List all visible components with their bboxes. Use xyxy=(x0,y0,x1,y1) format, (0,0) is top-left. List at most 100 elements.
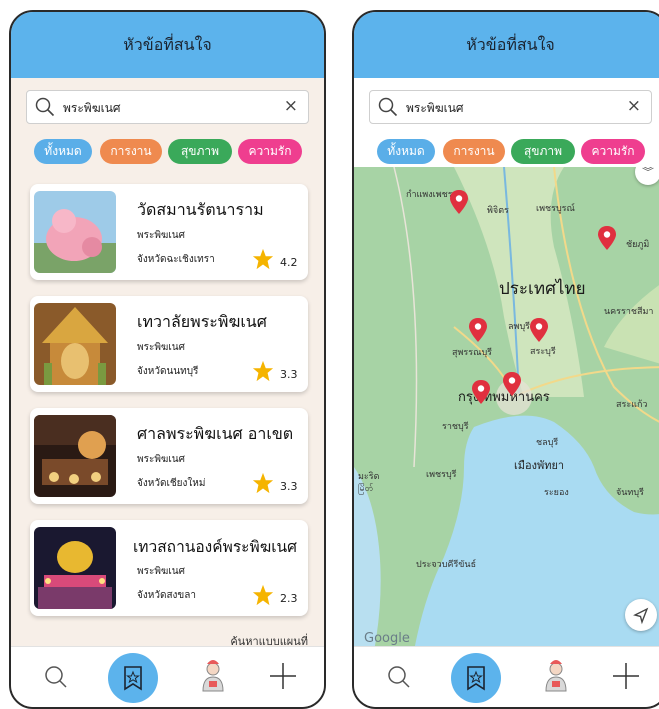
map-label: เพชรบุรี xyxy=(426,470,457,480)
map-pin-icon[interactable] xyxy=(529,317,549,343)
plus-icon xyxy=(613,663,639,689)
star-icon xyxy=(252,472,274,494)
nav-bookmark[interactable] xyxy=(103,647,163,707)
clear-icon[interactable]: × xyxy=(284,96,298,116)
place-photo xyxy=(34,415,116,497)
province-label: จังหวัดสงขลา xyxy=(137,590,197,601)
map-label: ระยอง xyxy=(544,488,569,498)
result-card[interactable]: เทวสถานองค์พระพิฆเนศ พระพิฆเนศ จังหวัดสง… xyxy=(30,520,308,616)
country-label: ประเทศไทย xyxy=(499,279,586,299)
chip-love[interactable]: ความรัก xyxy=(238,139,302,164)
place-photo xyxy=(34,191,116,273)
clear-icon[interactable]: × xyxy=(627,96,641,116)
map-label: เพชรบูรณ์ xyxy=(536,204,575,214)
search-icon xyxy=(35,97,55,117)
map-label: พิจิตร xyxy=(487,206,509,216)
map-label: มะริด xyxy=(358,472,380,482)
map-label: สระแก้ว xyxy=(616,400,648,410)
map-label: ชลบุรี xyxy=(536,438,559,448)
map-label: สระบุรี xyxy=(530,347,556,357)
nav-profile[interactable] xyxy=(526,647,586,707)
result-card[interactable]: วัดสมานรัตนาราม พระพิฆเนศ จังหวัดฉะเชิงเ… xyxy=(30,184,308,280)
rating-value: 2.3 xyxy=(280,592,298,605)
profile-icon xyxy=(545,660,567,692)
deity-label: พระพิฆเนศ xyxy=(137,342,185,353)
map-label: เมืองพัทยา xyxy=(514,459,565,472)
chip-work[interactable]: การงาน xyxy=(100,139,162,164)
map-screen: หัวข้อที่สนใจ พระพิฆเนศ × กำแพงเพชร พิจิ… xyxy=(352,10,659,709)
chip-work[interactable]: การงาน xyxy=(443,139,505,164)
chip-love[interactable]: ความรัก xyxy=(581,139,645,164)
header: หัวข้อที่สนใจ xyxy=(354,12,659,78)
province-label: จังหวัดนนทบุรี xyxy=(137,366,199,377)
page-title: หัวข้อที่สนใจ xyxy=(466,34,555,54)
place-name: เทวสถานองค์พระพิฆเนศ xyxy=(133,538,297,556)
search-input[interactable]: พระพิฆเนศ × xyxy=(369,90,652,124)
chip-health[interactable]: สุขภาพ xyxy=(511,139,575,164)
place-name: เทวาลัยพระพิฆเนศ xyxy=(137,312,267,331)
rating-value: 3.3 xyxy=(280,480,298,493)
result-card[interactable]: ศาลพระพิฆเนศ อาเขต พระพิฆเนศ จังหวัดเชีย… xyxy=(30,408,308,504)
page-title: หัวข้อที่สนใจ xyxy=(123,34,212,54)
search-input[interactable]: พระพิฆเนศ × xyxy=(26,90,309,124)
deity-label: พระพิฆเนศ xyxy=(137,230,185,241)
nav-search[interactable] xyxy=(369,647,429,707)
navigation-arrow-icon xyxy=(633,607,649,625)
star-icon xyxy=(252,248,274,270)
map-label: ชัยภูมิ xyxy=(626,240,650,250)
province-label: จังหวัดฉะเชิงเทรา xyxy=(137,254,215,265)
map-pin-icon[interactable] xyxy=(502,371,522,397)
search-icon xyxy=(378,97,398,117)
map-label: မြိတ် xyxy=(358,484,374,494)
search-icon xyxy=(45,666,67,688)
deity-label: พระพิฆเนศ xyxy=(137,566,185,577)
map-view[interactable]: กำแพงเพชร พิจิตร เพชรบูรณ์ ชัยภูมิ ประเท… xyxy=(354,167,659,651)
deity-label: พระพิฆเนศ xyxy=(137,454,185,465)
map-pin-icon[interactable] xyxy=(471,379,491,405)
star-icon xyxy=(252,360,274,382)
search-icon xyxy=(388,666,410,688)
map-label: ราชบุรี xyxy=(442,422,469,432)
map-label: สุพรรณบุรี xyxy=(452,348,492,358)
search-query: พระพิฆเนศ xyxy=(406,101,464,115)
locate-button[interactable] xyxy=(625,599,657,631)
nav-add[interactable] xyxy=(596,647,656,707)
plus-icon xyxy=(270,663,296,689)
map-pin-icon[interactable] xyxy=(449,189,469,215)
map-label: ประจวบคีรีขันธ์ xyxy=(416,560,477,570)
place-photo xyxy=(34,303,116,385)
nav-search[interactable] xyxy=(26,647,86,707)
chip-health[interactable]: สุขภาพ xyxy=(168,139,232,164)
map-pin-icon[interactable] xyxy=(468,317,488,343)
bookmark-icon xyxy=(467,666,485,691)
chip-all[interactable]: ทั้งหมด xyxy=(34,139,92,164)
bookmark-button[interactable] xyxy=(108,653,158,703)
map-label: กำแพงเพชร xyxy=(406,190,453,200)
list-screen: หัวข้อที่สนใจ พระพิฆเนศ × ทั้งหมด การงาน… xyxy=(9,10,326,709)
bottom-nav xyxy=(354,646,659,707)
province-label: จังหวัดเชียงใหม่ xyxy=(137,478,206,489)
rating-value: 3.3 xyxy=(280,368,298,381)
map-pin-icon[interactable] xyxy=(597,225,617,251)
nav-bookmark[interactable] xyxy=(446,647,506,707)
header: หัวข้อที่สนใจ xyxy=(11,12,324,78)
bookmark-icon xyxy=(124,666,142,691)
map-label: นครราชสีมา xyxy=(604,307,654,317)
bookmark-button[interactable] xyxy=(451,653,501,703)
place-name: วัดสมานรัตนาราม xyxy=(137,200,264,219)
chip-all[interactable]: ทั้งหมด xyxy=(377,139,435,164)
search-query: พระพิฆเนศ xyxy=(63,101,121,115)
rating-value: 4.2 xyxy=(280,256,298,269)
profile-icon xyxy=(202,660,224,692)
bottom-nav xyxy=(11,646,324,707)
category-chips: ทั้งหมด การงาน สุขภาพ ความรัก xyxy=(26,139,316,164)
nav-add[interactable] xyxy=(253,647,313,707)
google-logo: Google xyxy=(364,631,410,646)
category-chips: ทั้งหมด การงาน สุขภาพ ความรัก xyxy=(369,139,659,164)
result-card[interactable]: เทวาลัยพระพิฆเนศ พระพิฆเนศ จังหวัดนนทบุร… xyxy=(30,296,308,392)
place-name: ศาลพระพิฆเนศ อาเขต xyxy=(137,424,294,443)
nav-profile[interactable] xyxy=(183,647,243,707)
place-photo xyxy=(34,527,116,609)
map-label: ลพบุรี xyxy=(508,322,530,332)
star-icon xyxy=(252,584,274,606)
